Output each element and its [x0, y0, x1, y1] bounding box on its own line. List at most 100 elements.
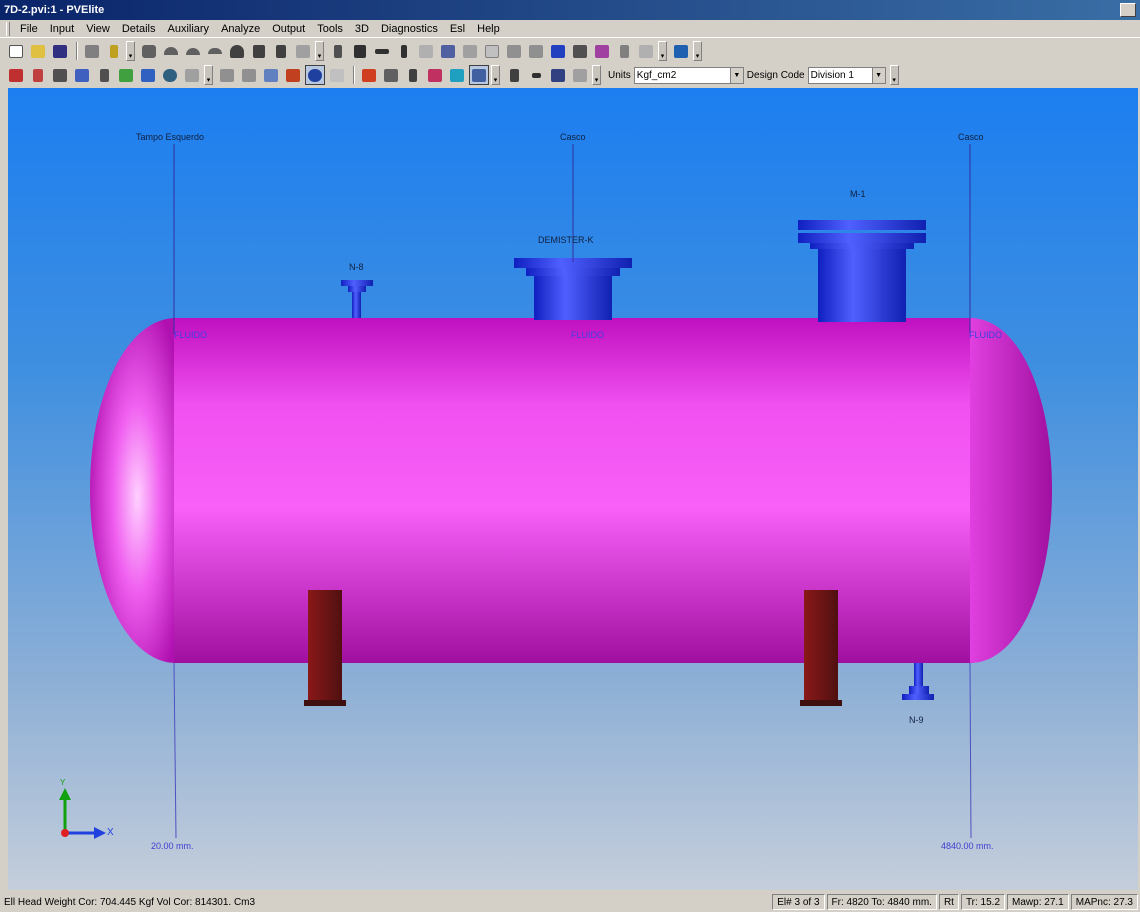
nozzle-list-button[interactable]: [438, 41, 458, 61]
ring-button[interactable]: [504, 41, 524, 61]
label-fluido-right: FLUIDO: [969, 330, 1003, 340]
dimension-right: 4840.00 mm.: [941, 841, 994, 851]
dimension-left: 20.00 mm.: [151, 841, 194, 851]
nozzle-button[interactable]: [6, 65, 26, 85]
hint-button[interactable]: [104, 41, 124, 61]
save-button[interactable]: [50, 41, 70, 61]
open-file-button[interactable]: [28, 41, 48, 61]
leg-button[interactable]: [94, 65, 114, 85]
printer-icon: [85, 44, 99, 58]
grid-button[interactable]: [416, 41, 436, 61]
labels-button[interactable]: [469, 65, 489, 85]
menu-3d[interactable]: 3D: [349, 23, 375, 35]
add-cylinder-button[interactable]: [139, 41, 159, 61]
table-icon: [485, 44, 499, 58]
stiffener-button[interactable]: [460, 41, 480, 61]
saddle-left: [308, 590, 342, 704]
toolbar-overflow-chevron[interactable]: ▾: [658, 41, 667, 61]
insert-before-button[interactable]: [328, 41, 348, 61]
toolbar-overflow-chevron[interactable]: ▾: [889, 65, 899, 85]
flip-horizontal-button[interactable]: [372, 41, 392, 61]
flip-vertical-button[interactable]: [394, 41, 414, 61]
menu-auxiliary[interactable]: Auxiliary: [161, 23, 215, 35]
view-side-button[interactable]: [239, 65, 259, 85]
insulation-button[interactable]: [116, 65, 136, 85]
pick-button[interactable]: [403, 65, 423, 85]
toolbar-overflow-chevron[interactable]: ▾: [126, 41, 135, 61]
label-casco-right: Casco: [958, 132, 984, 142]
menu-details[interactable]: Details: [116, 23, 162, 35]
tray-icon: [573, 44, 587, 58]
add-skirt-button[interactable]: [293, 41, 313, 61]
view-front-button[interactable]: [217, 65, 237, 85]
play-icon: [619, 44, 629, 58]
toolbar-overflow-chevron[interactable]: ▾: [491, 65, 500, 85]
vessel-model[interactable]: [8, 88, 1138, 890]
mesh-button[interactable]: [570, 65, 590, 85]
insert-before-icon: [334, 44, 342, 58]
globe-button[interactable]: [160, 65, 180, 85]
hide-button[interactable]: [425, 65, 445, 85]
wireframe-button[interactable]: [327, 65, 347, 85]
right-head: [970, 318, 1052, 663]
units-select[interactable]: Kgf_cm2 ▼: [633, 66, 744, 84]
pan-button[interactable]: [381, 65, 401, 85]
menu-esl[interactable]: Esl: [444, 23, 471, 35]
check-button[interactable]: [526, 65, 546, 85]
chevron-down-icon[interactable]: ▼: [871, 67, 885, 83]
mesh-icon: [573, 68, 587, 82]
toolbar-overflow-chevron[interactable]: ▾: [204, 65, 213, 85]
colors-button[interactable]: [283, 65, 303, 85]
tray-button[interactable]: [570, 41, 590, 61]
3d-viewport[interactable]: Tampo Esquerdo Casco Casco M-1 DEMISTER-…: [8, 88, 1138, 890]
add-welded-flat-button[interactable]: [249, 41, 269, 61]
table-button[interactable]: [482, 41, 502, 61]
menu-grip-handle[interactable]: [6, 21, 10, 36]
menu-file[interactable]: File: [14, 23, 44, 35]
menu-tools[interactable]: Tools: [311, 23, 349, 35]
menu-diagnostics[interactable]: Diagnostics: [375, 23, 444, 35]
close-window-button[interactable]: [1120, 3, 1136, 17]
analyze-button[interactable]: [671, 41, 691, 61]
lining-button[interactable]: [138, 65, 158, 85]
status-tr: Tr: 15.2: [960, 894, 1006, 910]
liquid-button[interactable]: [636, 41, 656, 61]
arrows-vertical-icon: [401, 44, 407, 58]
split-element-button[interactable]: [350, 41, 370, 61]
packing-button[interactable]: [592, 41, 612, 61]
chart-button[interactable]: [548, 41, 568, 61]
measure-button[interactable]: [504, 65, 524, 85]
status-from-to: Fr: 4820 To: 4840 mm.: [826, 894, 937, 910]
chevron-down-icon[interactable]: ▼: [729, 67, 743, 83]
add-conical-head-button[interactable]: [227, 41, 247, 61]
weight-button[interactable]: [28, 65, 48, 85]
view-iso-button[interactable]: [261, 65, 281, 85]
monitor-button[interactable]: [548, 65, 568, 85]
flange-icon: [276, 44, 286, 58]
add-body-flange-button[interactable]: [271, 41, 291, 61]
add-spherical-head-button[interactable]: [205, 41, 225, 61]
design-code-select[interactable]: Division 1 ▼: [807, 66, 886, 84]
toolbar-overflow-chevron[interactable]: ▾: [592, 65, 601, 85]
print-button[interactable]: [82, 41, 102, 61]
menu-input[interactable]: Input: [44, 23, 80, 35]
label-n9: N-9: [909, 715, 924, 725]
saddle-right: [804, 590, 838, 704]
add-torispherical-head-button[interactable]: [183, 41, 203, 61]
menu-output[interactable]: Output: [266, 23, 311, 35]
menu-view[interactable]: View: [80, 23, 116, 35]
saddle-button[interactable]: [50, 65, 70, 85]
display-button[interactable]: [447, 65, 467, 85]
lug-button[interactable]: [72, 65, 92, 85]
add-elliptical-head-button[interactable]: [161, 41, 181, 61]
run-button[interactable]: [614, 41, 634, 61]
toolbar-overflow-chevron[interactable]: ▾: [315, 41, 324, 61]
halfpipe-button[interactable]: [182, 65, 202, 85]
menu-analyze[interactable]: Analyze: [215, 23, 266, 35]
render-button[interactable]: [305, 65, 325, 85]
zoom-window-button[interactable]: [359, 65, 379, 85]
menu-help[interactable]: Help: [471, 23, 506, 35]
new-file-button[interactable]: [6, 41, 26, 61]
toolbar-overflow-chevron[interactable]: ▾: [693, 41, 702, 61]
platform-button[interactable]: [526, 41, 546, 61]
